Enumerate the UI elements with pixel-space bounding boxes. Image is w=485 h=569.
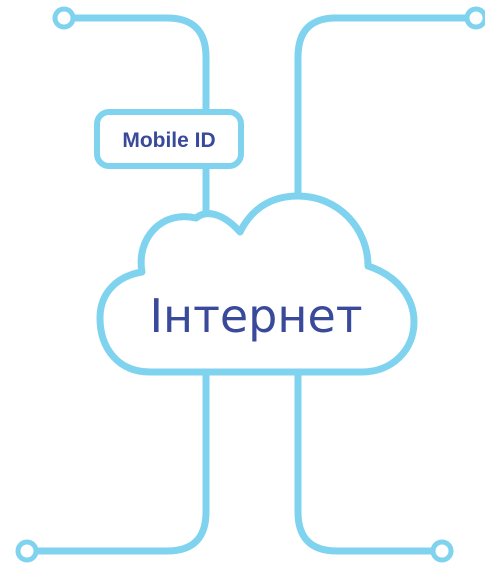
terminal-node-top-right	[464, 6, 485, 30]
wire-top-right	[294, 14, 474, 219]
terminal-node-bottom-left	[15, 539, 39, 563]
terminal-node-top-left	[52, 6, 76, 30]
wire-bottom-left	[29, 371, 210, 555]
internet-label: Інтернет	[149, 289, 362, 343]
terminal-node-bottom-right	[430, 539, 454, 563]
mobile-id-label: Mobile ID	[122, 129, 215, 152]
wire-bottom-right	[294, 371, 440, 555]
mobile-id-badge: Mobile ID	[94, 109, 244, 169]
internet-cloud: Інтернет	[96, 192, 418, 376]
cloud-icon	[96, 192, 418, 376]
internet-diagram: Mobile ID Інтернет	[15, 6, 485, 563]
